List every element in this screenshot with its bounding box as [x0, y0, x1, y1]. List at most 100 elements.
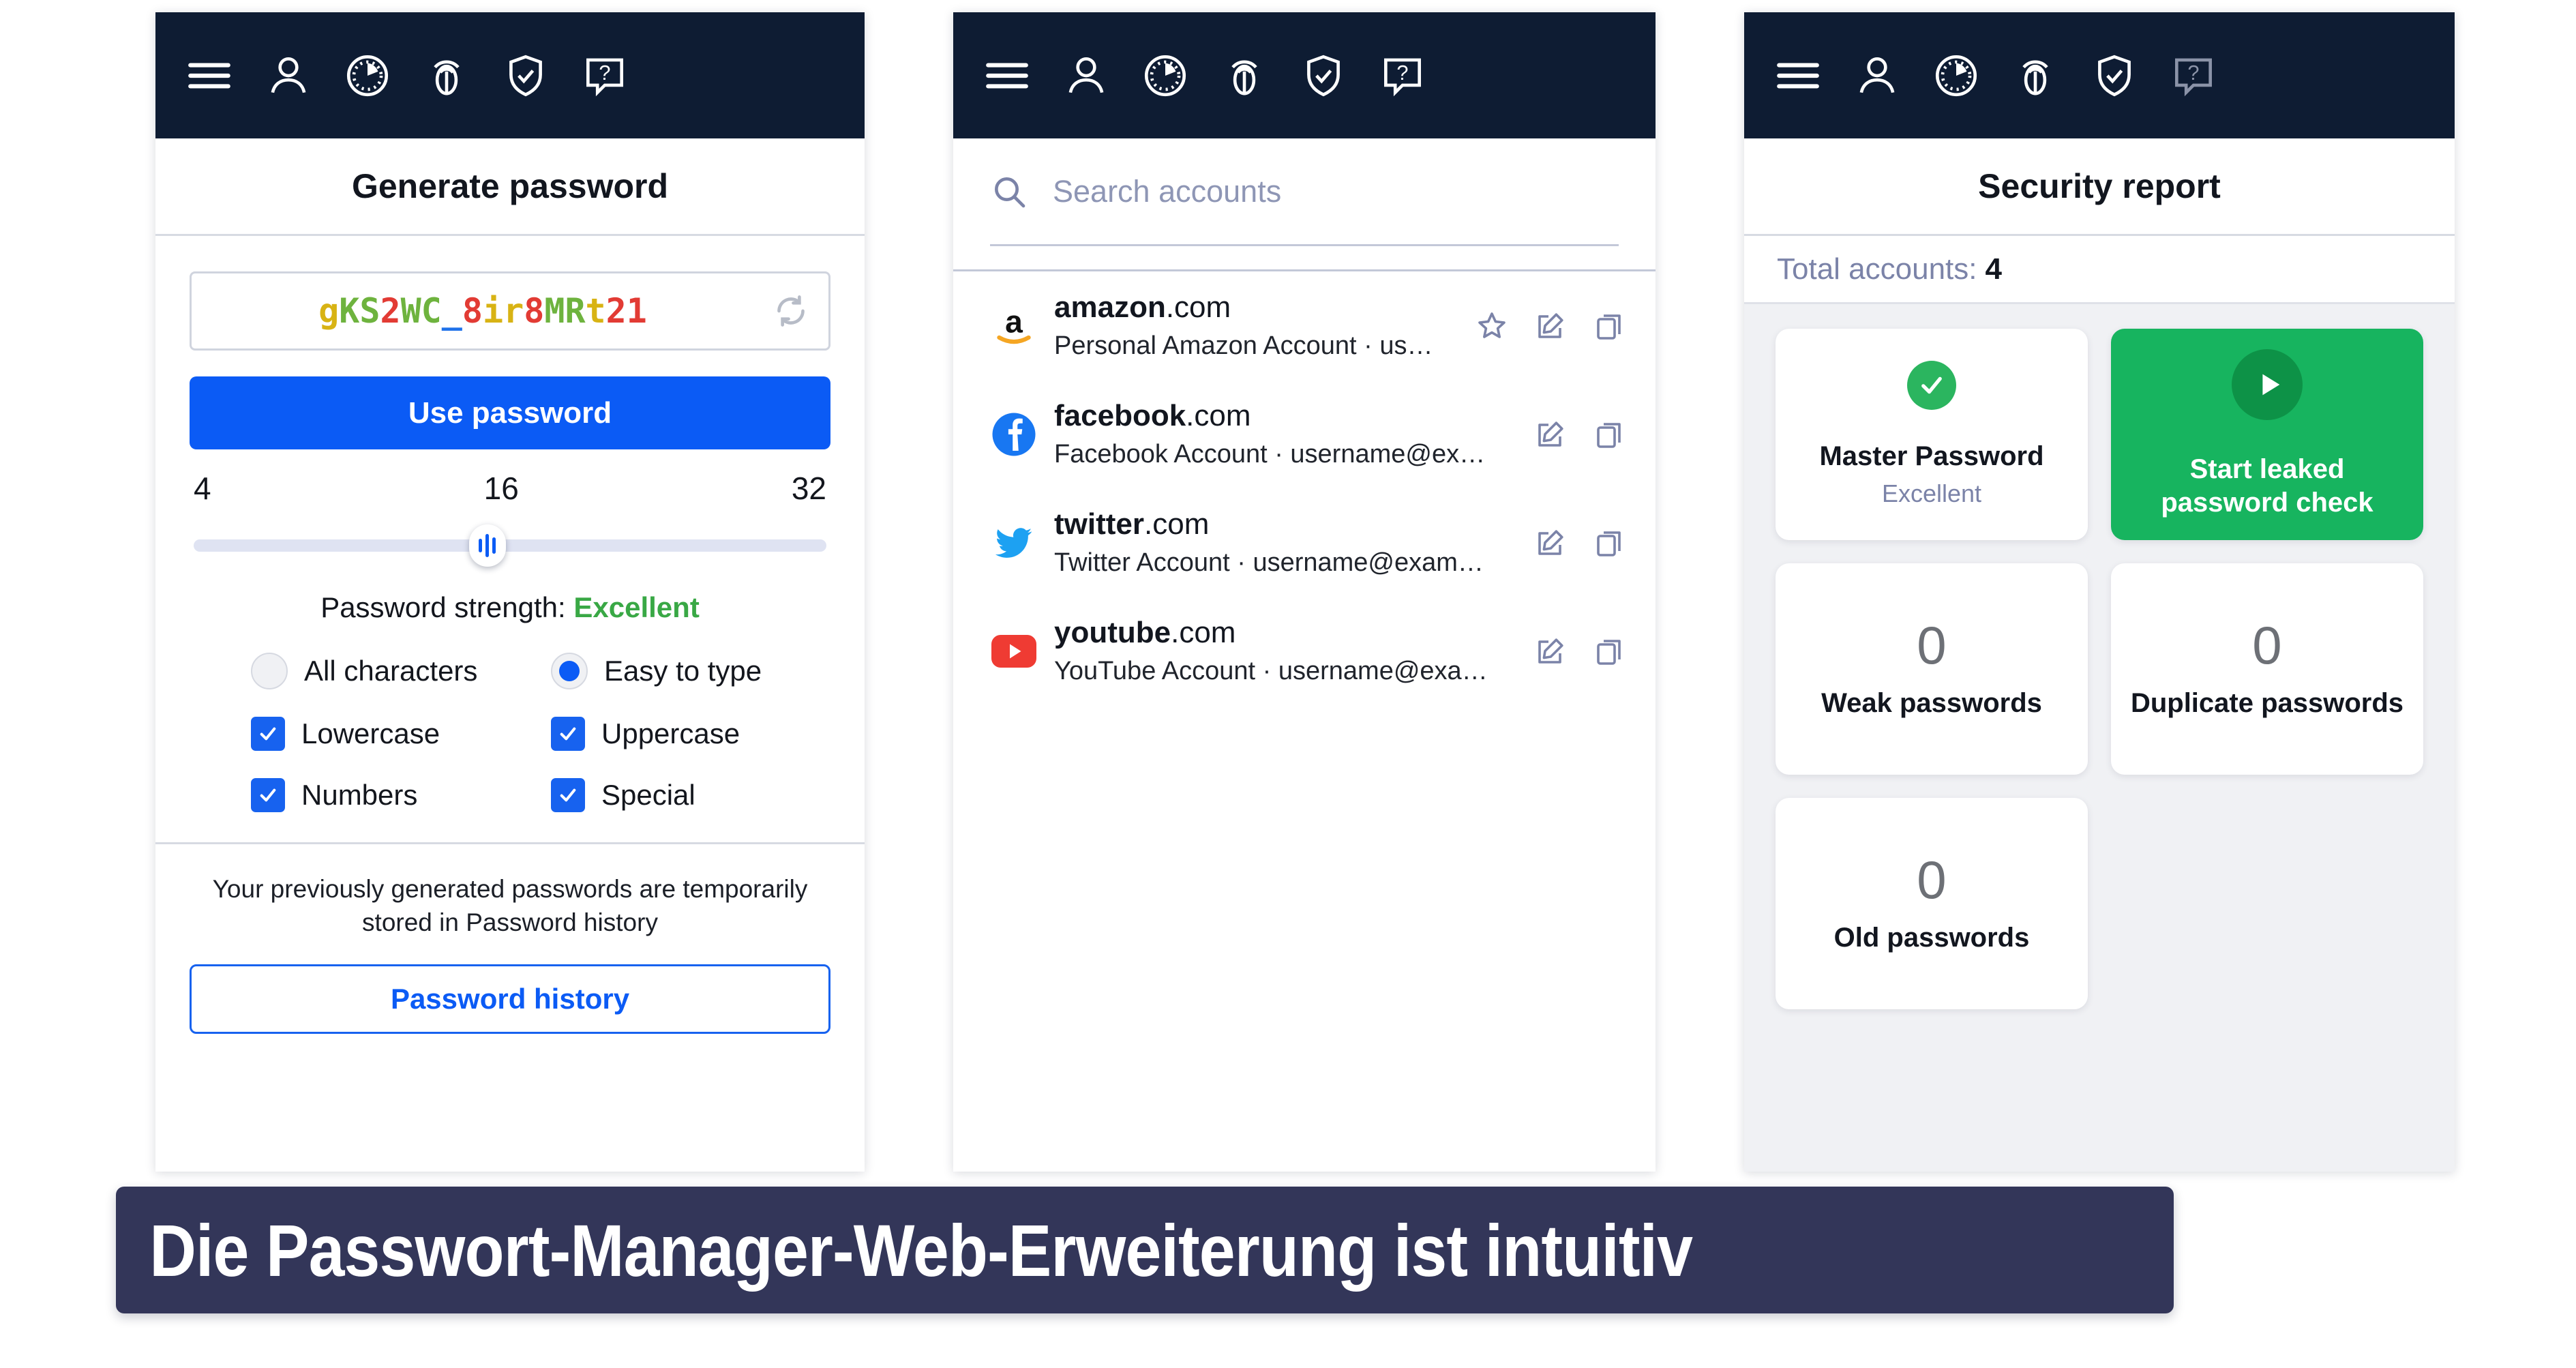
- list-item[interactable]: twitter.com Twitter Account · username@e…: [953, 488, 1656, 597]
- menu-icon[interactable]: [184, 50, 235, 101]
- timer-icon[interactable]: [342, 50, 393, 101]
- leaked-password-check-card[interactable]: Start leaked password check: [2111, 329, 2423, 540]
- shield-check-icon[interactable]: [500, 50, 551, 101]
- copy-icon[interactable]: [1593, 635, 1626, 668]
- length-current: 16: [483, 471, 519, 506]
- edit-icon[interactable]: [1534, 418, 1567, 451]
- star-icon[interactable]: [1476, 310, 1508, 342]
- radio-icon-easy-to-type[interactable]: [551, 653, 588, 689]
- shield-check-icon[interactable]: [2089, 50, 2140, 101]
- amazon-logo: a: [983, 301, 1045, 351]
- account-icon[interactable]: [1852, 50, 1902, 101]
- option-lowercase[interactable]: Lowercase: [155, 717, 440, 751]
- password-char: S: [359, 291, 380, 331]
- svg-text:?: ?: [599, 61, 610, 85]
- list-item[interactable]: youtube.com YouTube Account · username@e…: [953, 597, 1656, 705]
- help-icon[interactable]: ?: [580, 50, 630, 101]
- menu-icon[interactable]: [982, 50, 1032, 101]
- total-accounts-value: 4: [1985, 252, 2002, 286]
- option-label: Lowercase: [301, 717, 440, 749]
- old-passwords-card[interactable]: 0 Old passwords: [1776, 798, 2088, 1009]
- checkbox-icon-numbers[interactable]: [251, 778, 285, 812]
- copy-icon[interactable]: [1593, 526, 1626, 559]
- security-report-panel: ? Security report Total accounts: 4 Mast…: [1744, 12, 2455, 1172]
- copy-icon[interactable]: [1593, 418, 1626, 451]
- accounts-panel: ? a amazon.com Personal Amazon Account ·…: [953, 12, 1656, 1172]
- password-char: W: [400, 291, 421, 331]
- option-all-characters[interactable]: All characters: [155, 653, 477, 689]
- menu-icon[interactable]: [1773, 50, 1823, 101]
- total-accounts: Total accounts: 4: [1744, 236, 2455, 304]
- option-uppercase[interactable]: Uppercase: [510, 717, 740, 751]
- search-input[interactable]: [1051, 173, 1619, 210]
- length-min: 4: [194, 471, 211, 506]
- master-password-status: Excellent: [1881, 479, 1982, 508]
- account-icon[interactable]: [263, 50, 314, 101]
- option-label: All characters: [304, 655, 478, 687]
- duplicate-passwords-value: 0: [2252, 614, 2282, 675]
- length-slider[interactable]: [194, 524, 826, 567]
- facebook-logo: [983, 410, 1045, 459]
- page-title: Generate password: [155, 138, 865, 236]
- account-subtitle: Personal Amazon Account · us…: [1054, 331, 1433, 360]
- master-password-card[interactable]: Master Password Excellent: [1776, 329, 2088, 540]
- edit-icon[interactable]: [1534, 635, 1567, 668]
- weak-passwords-label: Weak passwords: [1821, 687, 2042, 718]
- password-char: t: [585, 291, 606, 331]
- fingerprint-icon[interactable]: [1219, 50, 1270, 101]
- password-char: K: [339, 291, 360, 331]
- list-item-actions: [1476, 310, 1626, 342]
- option-label: Uppercase: [601, 717, 740, 749]
- account-icon[interactable]: [1061, 50, 1111, 101]
- timer-icon[interactable]: [1140, 50, 1190, 101]
- old-passwords-value: 0: [1917, 849, 1947, 910]
- weak-passwords-card[interactable]: 0 Weak passwords: [1776, 563, 2088, 775]
- list-item[interactable]: a amazon.com Personal Amazon Account · u…: [953, 271, 1656, 380]
- radio-icon-all-characters[interactable]: [251, 653, 288, 689]
- password-history-button[interactable]: Password history: [190, 964, 830, 1034]
- refresh-icon[interactable]: [753, 292, 828, 330]
- account-domain-name: facebook: [1054, 399, 1186, 432]
- duplicate-passwords-card[interactable]: 0 Duplicate passwords: [2111, 563, 2423, 775]
- search-underline: [990, 244, 1619, 246]
- option-numbers[interactable]: Numbers: [155, 778, 417, 812]
- option-special[interactable]: Special: [510, 778, 695, 812]
- option-easy-to-type[interactable]: Easy to type: [510, 653, 762, 689]
- checkbox-icon-uppercase[interactable]: [551, 717, 585, 751]
- password-char: 2: [605, 291, 627, 331]
- weak-passwords-value: 0: [1917, 614, 1947, 675]
- fingerprint-icon[interactable]: [2010, 50, 2061, 101]
- search-icon: [995, 177, 1025, 207]
- fingerprint-icon[interactable]: [421, 50, 472, 101]
- slider-thumb[interactable]: [468, 524, 506, 567]
- accounts-list: a amazon.com Personal Amazon Account · u…: [953, 269, 1656, 705]
- help-icon[interactable]: ?: [1377, 50, 1428, 101]
- checkbox-icon-lowercase[interactable]: [251, 717, 285, 751]
- toolbar-generate: ?: [155, 12, 865, 138]
- edit-icon[interactable]: [1534, 526, 1567, 559]
- use-password-button[interactable]: Use password: [190, 376, 830, 449]
- timer-icon[interactable]: [1931, 50, 1981, 101]
- password-char: 2: [380, 291, 401, 331]
- password-char: 8: [462, 291, 483, 331]
- help-icon[interactable]: ?: [2168, 50, 2219, 101]
- edit-icon[interactable]: [1534, 310, 1567, 342]
- password-char: R: [565, 291, 586, 331]
- caption-text: Die Passwort-Manager-Web-Erweiterung ist…: [149, 1208, 1693, 1292]
- account-domain-name: amazon: [1054, 291, 1166, 324]
- toolbar-report: ?: [1744, 12, 2455, 138]
- shield-check-icon[interactable]: [1298, 50, 1349, 101]
- search-bar[interactable]: [953, 138, 1656, 244]
- list-item-actions: [1534, 418, 1626, 451]
- checkbox-icon-special[interactable]: [551, 778, 585, 812]
- account-domain: youtube.com: [1054, 616, 1534, 650]
- list-item[interactable]: facebook.com Facebook Account · username…: [953, 380, 1656, 488]
- generated-password-field[interactable]: gKS2WC_8ir8MRt21: [190, 271, 830, 351]
- copy-icon[interactable]: [1593, 310, 1626, 342]
- password-options: All characters Easy to type Lowercase Up…: [155, 653, 865, 812]
- leaked-check-label: Start leaked password check: [2161, 454, 2373, 518]
- generate-password-panel: ? Generate password gKS2WC_8ir8MRt21 Use…: [155, 12, 865, 1172]
- password-strength: Password strength: Excellent: [155, 591, 865, 624]
- page-title: Security report: [1744, 138, 2455, 236]
- youtube-logo: [983, 632, 1045, 670]
